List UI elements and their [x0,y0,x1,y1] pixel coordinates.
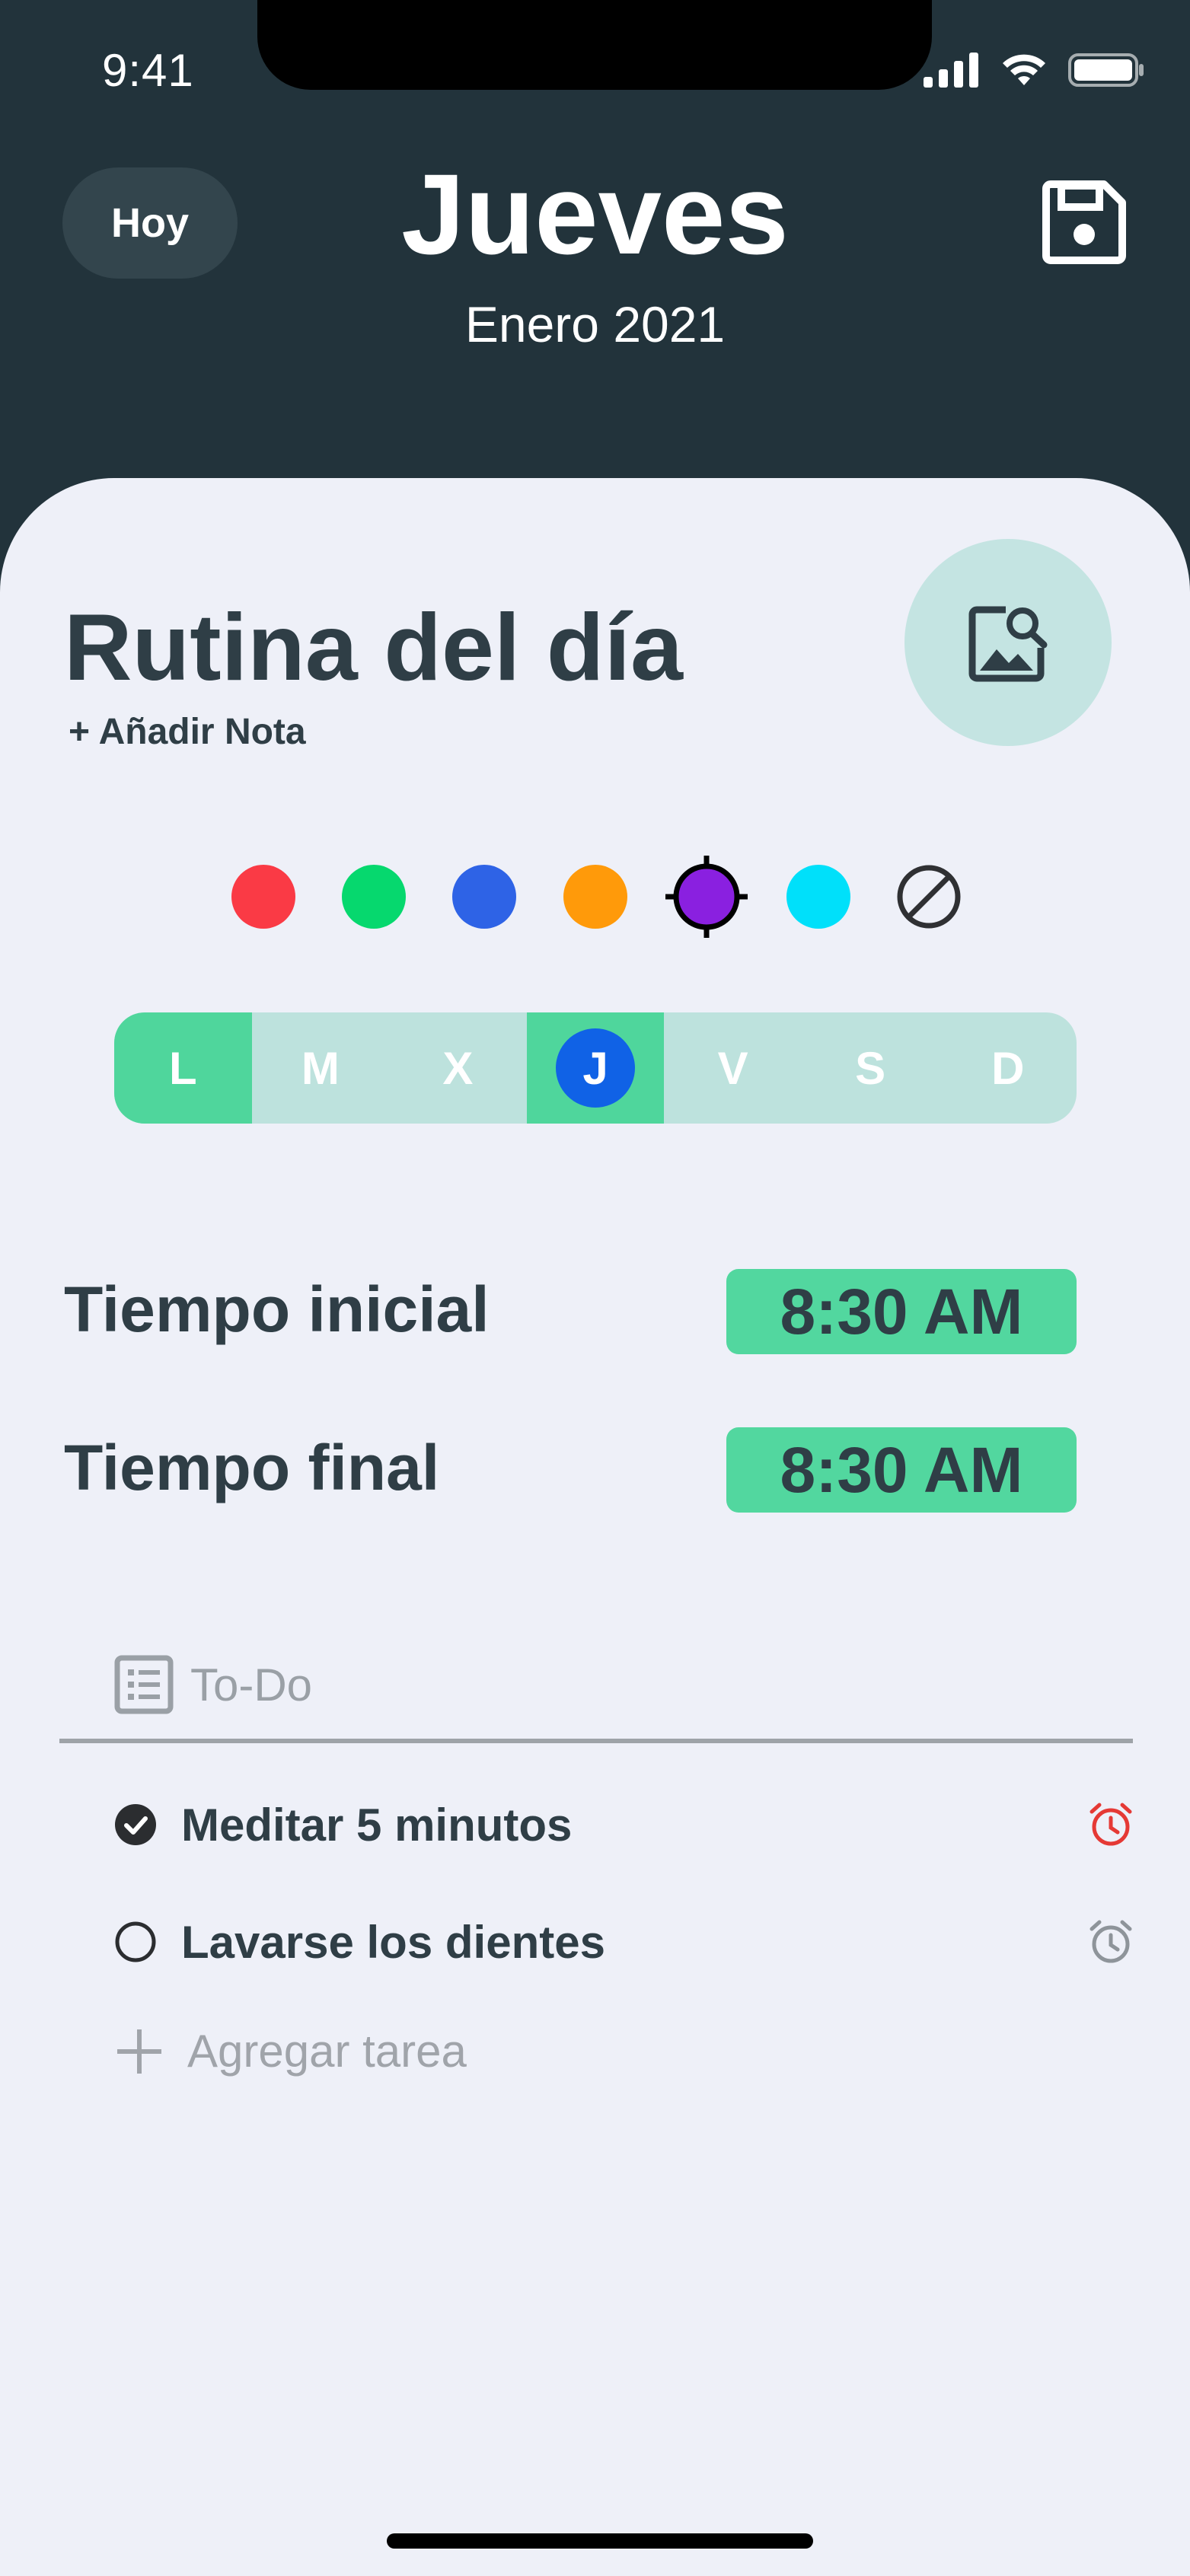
add-task-label: Agregar tarea [187,2026,467,2077]
save-icon [1042,180,1126,264]
status-icons [924,52,1144,88]
status-bar: 9:41 [0,0,1190,145]
day-label: V [717,1042,748,1094]
day-jueves[interactable]: J [526,1012,665,1124]
battery-icon [1068,53,1144,87]
day-label: L [168,1042,197,1094]
day-label: J [556,1028,636,1108]
routine-card [0,478,1190,2576]
save-button[interactable] [1042,180,1127,265]
home-indicator[interactable] [387,2533,813,2549]
image-search-icon [968,606,1048,682]
todo-input[interactable]: To-Do [114,1655,312,1714]
day-lunes[interactable]: L [114,1012,252,1124]
task-label: Meditar 5 minutos [181,1799,573,1851]
task-item[interactable]: Meditar 5 minutos [114,1790,1134,1859]
plus-icon [117,2029,161,2074]
color-option-orange[interactable] [563,865,627,929]
signal-icon [924,53,978,88]
month-subtitle: Enero 2021 [464,296,726,352]
task-item[interactable]: Lavarse los dientes [114,1908,1134,1976]
start-time-label: Tiempo inicial [64,1274,490,1345]
start-time-picker[interactable]: 8:30 AM [726,1269,1077,1354]
end-time-label: Tiempo final [64,1432,440,1503]
alarm-icon[interactable] [1087,1918,1134,1965]
image-search-button[interactable] [904,539,1112,746]
day-label: X [442,1042,474,1094]
no-color-icon [897,865,961,929]
weekday-selector: L M X J V S D [114,1012,1077,1124]
task-label: Lavarse los dientes [181,1916,605,1968]
day-label: D [991,1042,1025,1094]
checked-circle-icon[interactable] [114,1803,157,1846]
day-label: S [855,1042,886,1094]
day-viernes[interactable]: V [664,1012,802,1124]
color-option-none[interactable] [897,865,961,929]
list-icon [114,1655,174,1714]
todo-divider [59,1739,1133,1743]
day-label: M [301,1042,340,1094]
end-time-picker[interactable]: 8:30 AM [726,1427,1077,1513]
color-option-green[interactable] [342,865,406,929]
routine-title: Rutina del día [64,595,683,700]
status-time: 9:41 [102,45,194,96]
day-miercoles[interactable]: X [389,1012,527,1124]
alarm-icon[interactable] [1087,1801,1134,1848]
notch [257,0,932,90]
color-option-purple-selected[interactable] [664,854,749,939]
unchecked-circle-icon[interactable] [114,1921,157,1963]
day-sabado[interactable]: S [802,1012,940,1124]
add-note-button[interactable]: + Añadir Nota [69,711,306,753]
color-option-blue[interactable] [452,865,516,929]
color-option-cyan[interactable] [786,865,850,929]
color-option-red[interactable] [231,865,295,929]
color-picker [0,856,1190,938]
add-task-button[interactable]: Agregar tarea [114,2025,467,2077]
day-martes[interactable]: M [252,1012,390,1124]
todo-placeholder: To-Do [190,1659,313,1710]
selected-target-icon [665,856,748,938]
day-title: Jueves [401,150,789,278]
day-domingo[interactable]: D [939,1012,1077,1124]
wifi-icon [1003,54,1045,85]
